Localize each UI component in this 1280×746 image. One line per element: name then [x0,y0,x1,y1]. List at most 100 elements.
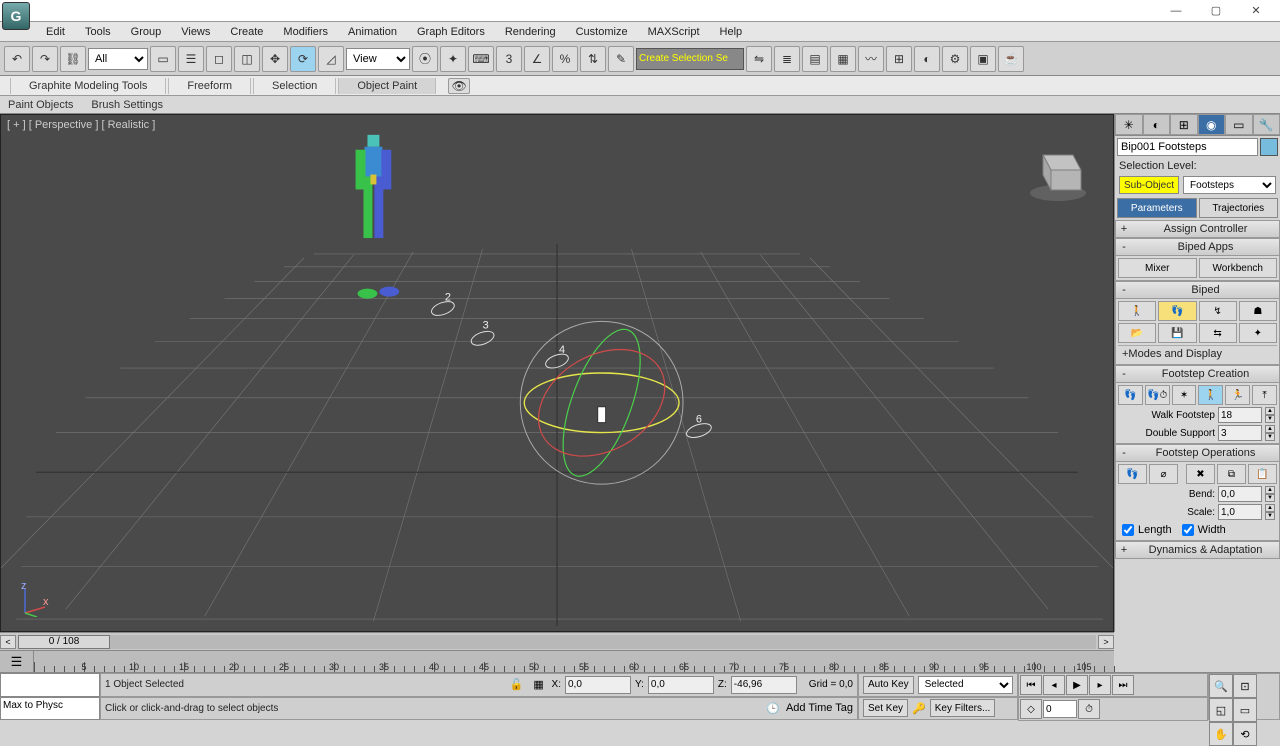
time-prev-button[interactable]: < [0,635,16,649]
next-frame-button[interactable]: ▸ [1089,675,1111,695]
trackbar-ruler[interactable]: 5101520253035404550556065707580859095100… [34,651,1114,672]
selection-filter-combo[interactable]: All [88,48,148,70]
subobject-combo[interactable]: Footsteps [1183,176,1276,194]
menu-grapheditors[interactable]: Graph Editors [407,24,495,40]
curve-editor-button[interactable]: 〰 [858,46,884,72]
parameters-pill[interactable]: Parameters [1117,198,1197,218]
x-field[interactable]: 0,0 [565,676,631,694]
absolute-mode-icon[interactable]: ▦ [530,676,548,694]
biped-move-all-icon[interactable]: ✦ [1239,323,1277,343]
mirror-button[interactable]: ⇋ [746,46,772,72]
pivot-button[interactable]: ⦿ [412,46,438,72]
walk-footstep-field[interactable]: 18 [1218,407,1262,423]
paste-footsteps-icon[interactable]: 📋 [1248,464,1277,484]
bend-field[interactable]: 0,0 [1218,486,1262,502]
time-slider[interactable]: < 0 / 108 > [0,632,1114,650]
ribbon-tab-freeform[interactable]: Freeform [168,78,251,94]
scale-spinner[interactable]: ▲▼ [1265,504,1275,520]
fov-icon[interactable]: ▭ [1233,698,1257,722]
play-button[interactable]: ▶ [1066,675,1088,695]
menu-modifiers[interactable]: Modifiers [273,24,338,40]
object-color-swatch[interactable] [1260,138,1278,156]
menu-help[interactable]: Help [710,24,753,40]
select-object-button[interactable]: ▭ [150,46,176,72]
mixer-button[interactable]: Mixer [1118,258,1197,278]
link-button[interactable]: ⛓ [60,46,86,72]
align-button[interactable]: ≣ [774,46,800,72]
render-frame-button[interactable]: ▣ [970,46,996,72]
copy-footsteps-icon[interactable]: ⧉ [1217,464,1246,484]
keyboard-shortcut-button[interactable]: ⌨ [468,46,494,72]
biped-motionflow-icon[interactable]: ↯ [1199,301,1237,321]
walk-gait-icon[interactable]: 🚶 [1198,385,1223,405]
menu-edit[interactable]: Edit [36,24,75,40]
rollout-biped[interactable]: -Biped [1115,281,1280,299]
ref-coord-combo[interactable]: View [346,48,410,70]
time-config-button[interactable]: ⏱ [1078,699,1100,719]
menu-customize[interactable]: Customize [566,24,638,40]
jump-gait-icon[interactable]: ⤒ [1252,385,1277,405]
create-footsteps-at-frame-icon[interactable]: 👣⏱ [1145,385,1170,405]
biped-mixer-icon[interactable]: ☗ [1239,301,1277,321]
angle-snap-button[interactable]: ∠ [524,46,550,72]
select-by-name-button[interactable]: ☰ [178,46,204,72]
menu-create[interactable]: Create [220,24,273,40]
trackbar-prefs-icon[interactable]: ☰ [0,651,34,672]
scale-button[interactable]: ◿ [318,46,344,72]
current-frame-field[interactable]: 0 [1043,700,1077,718]
z-field[interactable]: -46,96 [731,676,797,694]
cmd-tab-motion[interactable]: ◉ [1198,114,1226,135]
y-field[interactable]: 0,0 [648,676,714,694]
viewport[interactable]: [ + ] [ Perspective ] [ Realistic ] [0,114,1114,632]
autokey-button[interactable]: Auto Key [863,676,914,694]
manage-layers-button[interactable]: ▦ [830,46,856,72]
goto-end-button[interactable]: ⏭ [1112,675,1134,695]
ribbon-sub-paintobjects[interactable]: Paint Objects [8,99,73,111]
close-button[interactable]: ✕ [1236,1,1276,21]
key-mode-icon[interactable]: ◇ [1020,699,1042,719]
biped-footstep-mode-icon[interactable]: 👣 [1158,301,1196,321]
spinner-snap-button[interactable]: ⇅ [580,46,606,72]
render-setup-button[interactable]: ⚙ [942,46,968,72]
length-checkbox[interactable]: Length [1122,524,1172,536]
edit-named-sel-button[interactable]: ✎ [608,46,634,72]
rollout-footstep-creation[interactable]: -Footstep Creation [1115,365,1280,383]
snap-3-button[interactable]: 3 [496,46,522,72]
maximize-button[interactable]: ▢ [1196,1,1236,21]
subobject-button[interactable]: Sub-Object [1119,176,1179,194]
menu-rendering[interactable]: Rendering [495,24,566,40]
rollout-footstep-operations[interactable]: -Footstep Operations [1115,444,1280,462]
width-checkbox[interactable]: Width [1182,524,1226,536]
move-button[interactable]: ✥ [262,46,288,72]
zoom-extents-icon[interactable]: ◱ [1209,698,1233,722]
render-button[interactable]: ☕ [998,46,1024,72]
create-keys-icon[interactable]: 👣 [1118,464,1147,484]
menu-tools[interactable]: Tools [75,24,121,40]
maxscript-output[interactable]: Max to Physc [0,697,100,721]
manipulate-button[interactable]: ✦ [440,46,466,72]
keyfilter-combo[interactable]: Selected [918,676,1013,694]
cmd-tab-modify[interactable]: ◐ [1143,114,1171,135]
cmd-tab-create[interactable]: ✳ [1115,114,1143,135]
trajectories-pill[interactable]: Trajectories [1199,198,1279,218]
menu-animation[interactable]: Animation [338,24,407,40]
selection-lock-icon[interactable]: 🔓 [508,676,526,694]
time-slider-thumb[interactable]: 0 / 108 [18,635,110,649]
undo-button[interactable]: ↶ [4,46,30,72]
track-bar[interactable]: ☰ 51015202530354045505560657075808590951… [0,650,1114,672]
add-time-tag[interactable]: Add Time Tag [786,702,853,714]
redo-button[interactable]: ↷ [32,46,58,72]
cmd-tab-utilities[interactable]: 🔧 [1253,114,1280,135]
biped-save-icon[interactable]: 💾 [1158,323,1196,343]
biped-figure-mode-icon[interactable]: 🚶 [1118,301,1156,321]
percent-snap-button[interactable]: % [552,46,578,72]
zoom-all-icon[interactable]: ⊡ [1233,674,1257,698]
object-name-field[interactable]: Bip001 Footsteps [1117,138,1258,156]
rotate-button[interactable]: ⟳ [290,46,316,72]
ribbon-tab-graphite[interactable]: Graphite Modeling Tools [10,78,166,94]
named-selection-set-combo[interactable]: Create Selection Se [636,48,744,70]
biped-convert-icon[interactable]: ⇆ [1199,323,1237,343]
window-crossing-button[interactable]: ◫ [234,46,260,72]
prev-frame-button[interactable]: ◂ [1043,675,1065,695]
menu-group[interactable]: Group [121,24,172,40]
